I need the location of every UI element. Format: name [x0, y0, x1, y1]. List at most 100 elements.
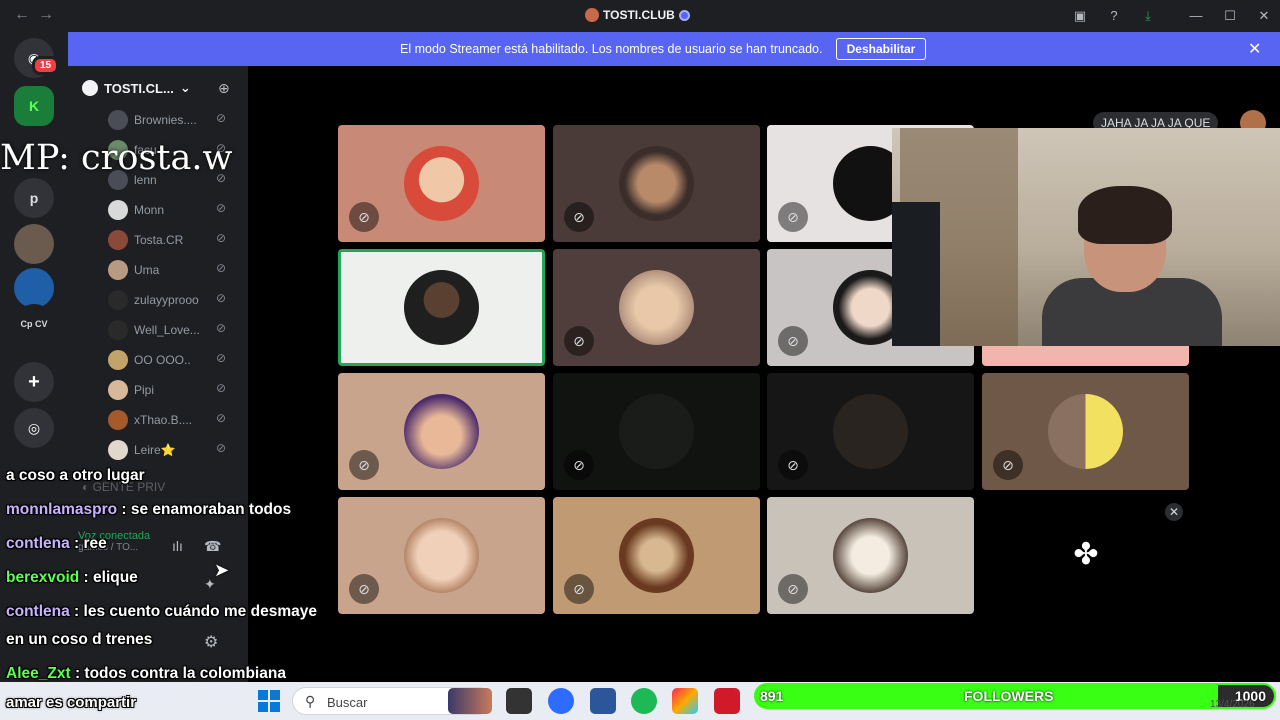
- forward-button[interactable]: →: [38, 6, 54, 24]
- office-icon[interactable]: [672, 688, 698, 714]
- discover-icon[interactable]: ◎: [14, 408, 54, 448]
- close-window-button[interactable]: ✕: [1254, 6, 1274, 26]
- server-avatar-2[interactable]: [14, 268, 54, 308]
- file-explorer-icon[interactable]: [506, 688, 532, 714]
- chat-line: amar es compartir: [6, 694, 136, 711]
- avatar: [108, 200, 128, 220]
- mute-icon: ⊘: [216, 351, 227, 365]
- member-item[interactable]: Brownies.... ⊘: [108, 109, 238, 131]
- server-kick-icon[interactable]: K: [14, 86, 54, 126]
- member-name: Pipi: [134, 383, 155, 397]
- member-item[interactable]: Pipi ⊘: [108, 379, 238, 401]
- back-button[interactable]: ←: [14, 6, 30, 24]
- chat-user: contlena: [6, 603, 70, 620]
- avatar: [108, 260, 128, 280]
- disconnect-icon[interactable]: ☎: [204, 538, 221, 555]
- inbox-icon[interactable]: ▣: [1070, 6, 1090, 26]
- mute-icon: ⊘: [216, 261, 227, 275]
- server-cpcv[interactable]: Cp CV: [14, 304, 54, 344]
- mouse-cursor-icon: ➤: [214, 560, 230, 580]
- participant-tile[interactable]: ⊘: [338, 373, 545, 490]
- server-avatar: [585, 8, 599, 22]
- disable-streamer-button[interactable]: Deshabilitar: [836, 38, 926, 60]
- minimize-button[interactable]: —: [1186, 6, 1206, 26]
- member-item[interactable]: Monn ⊘: [108, 199, 238, 221]
- participant-tile[interactable]: ⊘: [338, 125, 545, 242]
- activities-tile[interactable]: ✤: [982, 497, 1189, 614]
- chat-text: : les cuento cuándo me desmaye: [74, 603, 317, 620]
- participant-tile-speaking[interactable]: [338, 249, 545, 366]
- mute-icon: ⊘: [216, 321, 227, 335]
- followers-current: 891: [760, 688, 784, 704]
- settings-icon[interactable]: ⚙: [204, 632, 218, 652]
- download-icon[interactable]: ⤓: [1138, 6, 1158, 26]
- member-item[interactable]: zulayyprooo ⊘: [108, 289, 238, 311]
- add-server-icon[interactable]: +: [14, 362, 54, 402]
- chat-user: berexvoid: [6, 569, 80, 586]
- server-logo-icon: [82, 80, 98, 96]
- close-icon[interactable]: ✕: [1165, 503, 1183, 521]
- mute-icon: ⊘: [349, 574, 379, 604]
- member-name: Well_Love...: [134, 323, 200, 337]
- member-item[interactable]: Uma ⊘: [108, 259, 238, 281]
- amd-icon[interactable]: [714, 688, 740, 714]
- server-header[interactable]: TOSTI.CL... ⌄: [82, 80, 191, 96]
- avatar: [108, 320, 128, 340]
- server-avatar-1[interactable]: [14, 224, 54, 264]
- member-name: zulayyprooo: [134, 293, 199, 307]
- member-item[interactable]: Well_Love... ⊘: [108, 319, 238, 341]
- member-item[interactable]: Tosta.CR ⊘: [108, 229, 238, 251]
- avatar: [108, 380, 128, 400]
- invite-icon[interactable]: ⊕: [218, 80, 234, 96]
- participant-avatar: [404, 270, 479, 345]
- word-icon[interactable]: [590, 688, 616, 714]
- participant-tile[interactable]: ⊘: [553, 249, 760, 366]
- system-date: 13/4/2026: [1210, 699, 1255, 710]
- participant-tile[interactable]: ⊘: [982, 373, 1189, 490]
- member-item[interactable]: ΟΟ ΟΟΟ.. ⊘: [108, 349, 238, 371]
- avatar: [108, 110, 128, 130]
- participant-tile[interactable]: ⊘: [553, 373, 760, 490]
- participant-avatar: [833, 394, 908, 469]
- mute-icon: ⊘: [216, 291, 227, 305]
- mute-icon: ⊘: [216, 111, 227, 125]
- participant-tile[interactable]: ⊘: [767, 373, 974, 490]
- activities-icon: ✤: [1073, 538, 1099, 571]
- chat-text: amar es compartir: [6, 694, 137, 711]
- member-item[interactable]: xThao.B.... ⊘: [108, 409, 238, 431]
- participant-tile[interactable]: ⊘: [338, 497, 545, 614]
- mute-icon: ⊘: [778, 326, 808, 356]
- windows-icon[interactable]: [258, 690, 280, 712]
- participant-tile[interactable]: ⊘: [767, 497, 974, 614]
- widget-icon[interactable]: [448, 688, 492, 714]
- search-icon: ⚲: [305, 693, 316, 709]
- banner-message: El modo Streamer está habilitado. Los no…: [400, 42, 823, 56]
- chat-user: monnlamaspro: [6, 501, 118, 518]
- chat-line: monnlamaspro : se enamoraban todos: [6, 501, 291, 519]
- member-item[interactable]: Leire⭐ ⊘: [108, 439, 238, 461]
- participant-tile[interactable]: ⊘: [553, 497, 760, 614]
- spotify-icon[interactable]: [631, 688, 657, 714]
- title-bar: ← → TOSTI.CLUB ▣ ? ⤓ — ☐ ✕: [0, 0, 1280, 32]
- window-title: TOSTI.CLUB: [585, 8, 690, 22]
- member-name: Tosta.CR: [134, 233, 184, 247]
- maximize-button[interactable]: ☐: [1220, 6, 1240, 26]
- noise-suppression-icon[interactable]: ılı: [172, 538, 183, 554]
- close-icon[interactable]: ✕: [1248, 39, 1261, 59]
- notification-badge: 15: [32, 56, 60, 75]
- mute-icon: ⊘: [216, 381, 227, 395]
- chat-user: Alee_Zxt: [6, 665, 71, 682]
- help-icon[interactable]: ?: [1104, 6, 1124, 26]
- pc-tower: [892, 202, 940, 346]
- member-name: Leire⭐: [134, 443, 176, 457]
- mute-icon: ⊘: [993, 450, 1023, 480]
- mute-icon: ⊘: [778, 450, 808, 480]
- participant-avatar: [619, 518, 694, 593]
- server-p[interactable]: p: [14, 178, 54, 218]
- chat-text: : se enamoraban todos: [121, 501, 292, 518]
- chat-line: contlena : les cuento cuándo me desmaye: [6, 603, 317, 621]
- participant-avatar: [404, 518, 479, 593]
- avatar: [108, 440, 128, 460]
- zoom-icon[interactable]: [548, 688, 574, 714]
- participant-tile[interactable]: ⊘: [553, 125, 760, 242]
